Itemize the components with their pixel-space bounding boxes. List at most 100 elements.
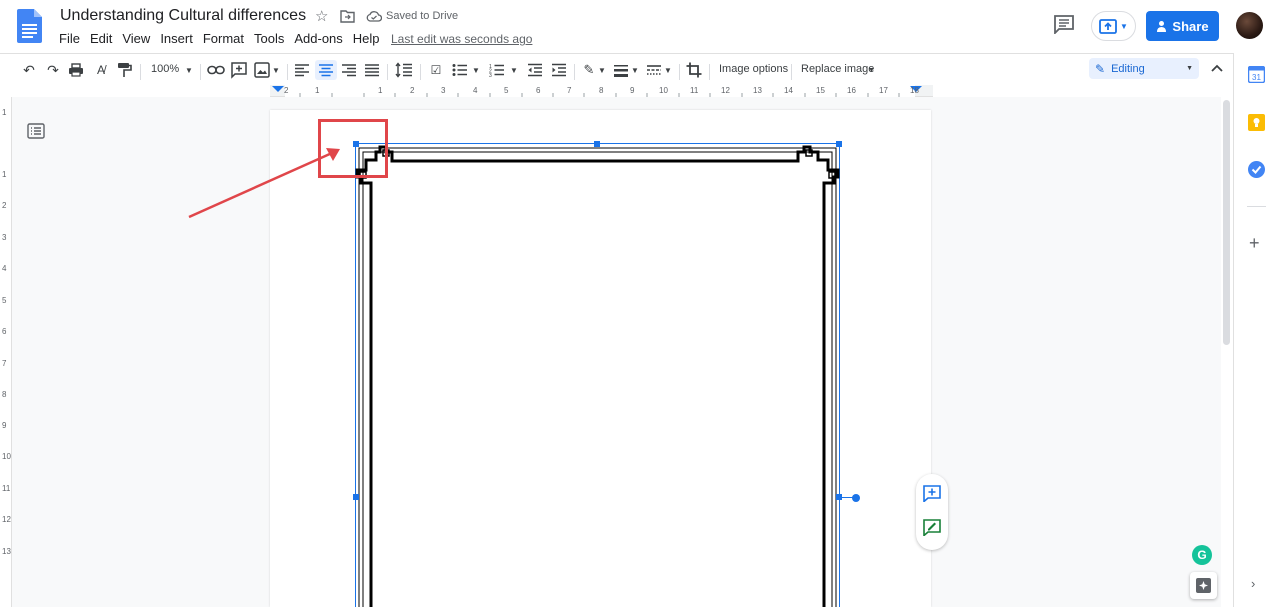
replace-image-chevron-icon[interactable]: ▼ [867,60,876,80]
avatar[interactable] [1236,12,1263,39]
ruler-label: 9 [630,86,635,95]
ruler-label: 2 [410,86,415,95]
document-outline-icon[interactable] [27,123,45,139]
ruler-label: 2 [284,86,289,95]
resize-handle-top[interactable] [594,141,600,147]
present-icon [1099,18,1117,34]
explore-button[interactable] [1190,572,1217,599]
undo-icon[interactable]: ↶ [20,60,38,80]
comment-icon[interactable] [1053,14,1075,34]
document-title[interactable]: Understanding Cultural differences [60,7,306,25]
paint-format-icon[interactable] [116,60,132,80]
numbered-list-icon[interactable]: 1 2 3 [489,60,505,80]
ruler-label: 3 [2,233,7,242]
mode-select[interactable]: ✎ Editing ▼ [1089,58,1199,79]
ruler-label: 13 [2,547,11,556]
ruler-label: 18 [910,86,919,95]
image-options-button[interactable]: Image options [719,63,788,75]
menu-insert[interactable]: Insert [155,32,198,46]
ruler-label: 13 [753,86,762,95]
resize-handle-left[interactable] [353,494,359,500]
annotation-arrow [188,148,340,219]
scrollbar-thumb[interactable] [1223,100,1230,345]
bulleted-list-icon[interactable] [452,60,468,80]
numbered-chevron-icon[interactable]: ▼ [509,60,519,80]
border-color-chevron-icon[interactable]: ▼ [597,60,607,80]
align-center-icon [319,64,333,77]
menu-addons[interactable]: Add-ons [289,32,347,46]
replace-image-button[interactable]: Replace image [801,63,874,75]
ruler-label: 7 [2,359,7,368]
rotate-handle[interactable] [852,494,860,502]
svg-text:31: 31 [1252,73,1261,82]
zoom-select[interactable]: 100% [151,63,179,75]
add-comment-icon[interactable] [231,60,247,80]
resize-handle-top-right[interactable] [836,141,842,147]
checklist-icon[interactable]: ☑ [427,60,445,80]
align-right-icon[interactable] [341,60,357,80]
link-icon[interactable] [207,60,225,80]
insert-image-icon[interactable] [254,60,270,80]
pencil-icon: ✎ [1095,61,1106,76]
decorative-border-image[interactable] [350,138,845,607]
ruler-label: 8 [2,390,7,399]
share-lock-icon [1157,20,1167,32]
ruler-label: 4 [473,86,478,95]
align-center-button[interactable] [315,60,337,80]
justify-icon[interactable] [364,60,380,80]
tasks-icon[interactable] [1248,161,1265,178]
bullet-chevron-icon[interactable]: ▼ [471,60,481,80]
border-dash-chevron-icon[interactable]: ▼ [663,60,673,80]
ruler-label: 10 [2,452,11,461]
ruler-label: 11 [2,484,11,493]
ruler-label: 5 [2,296,7,305]
increase-indent-icon[interactable] [551,60,567,80]
side-panel [1233,53,1279,607]
zoom-chevron-icon[interactable]: ▼ [183,60,195,80]
ruler-label: 17 [879,86,888,95]
ruler-label: 14 [784,86,793,95]
redo-icon[interactable]: ↷ [44,60,62,80]
menu-help[interactable]: Help [348,32,385,46]
plus-icon[interactable]: + [1249,233,1260,254]
ruler-label: 4 [2,264,7,273]
menu-file[interactable]: File [59,32,85,46]
grammarly-icon[interactable]: G [1192,545,1212,565]
ruler-label: 12 [2,515,11,524]
border-dash-icon[interactable] [646,60,662,80]
align-left-icon[interactable] [294,60,310,80]
folder-move-icon[interactable] [340,10,355,23]
calendar-icon[interactable]: 31 [1248,66,1265,83]
menu-tools[interactable]: Tools [249,32,289,46]
add-comment-icon[interactable] [923,485,941,502]
ruler-label: 1 [378,86,383,95]
print-icon[interactable] [68,60,84,80]
share-button[interactable]: Share [1146,11,1219,41]
last-edit-link[interactable]: Last edit was seconds ago [391,32,532,46]
google-docs-window: Understanding Cultural differences ☆ Sav… [0,0,1279,607]
suggest-edits-icon[interactable] [923,519,941,536]
menu-format[interactable]: Format [198,32,249,46]
share-label: Share [1172,18,1209,34]
chevron-right-icon[interactable]: › [1251,576,1255,591]
ruler-label: 15 [816,86,825,95]
present-button[interactable]: ▼ [1091,11,1136,41]
spellcheck-icon[interactable]: A̸ [92,60,110,80]
svg-text:3: 3 [489,73,492,79]
border-weight-icon[interactable] [613,60,629,80]
menu-view[interactable]: View [117,32,155,46]
insert-image-chevron-icon[interactable]: ▼ [271,60,281,80]
star-icon[interactable]: ☆ [315,8,328,26]
border-color-icon[interactable]: ✎ [582,60,596,80]
line-spacing-icon[interactable] [395,60,413,80]
crop-icon[interactable] [686,60,702,80]
decrease-indent-icon[interactable] [527,60,543,80]
collapse-menus-icon[interactable] [1210,62,1224,74]
ruler-label: 3 [441,86,446,95]
menu-bar: File Edit View Insert Format Tools Add-o… [59,32,385,46]
ruler-label: 12 [721,86,730,95]
docs-icon[interactable] [17,9,42,43]
keep-icon[interactable] [1248,114,1265,131]
border-weight-chevron-icon[interactable]: ▼ [630,60,640,80]
menu-edit[interactable]: Edit [85,32,117,46]
